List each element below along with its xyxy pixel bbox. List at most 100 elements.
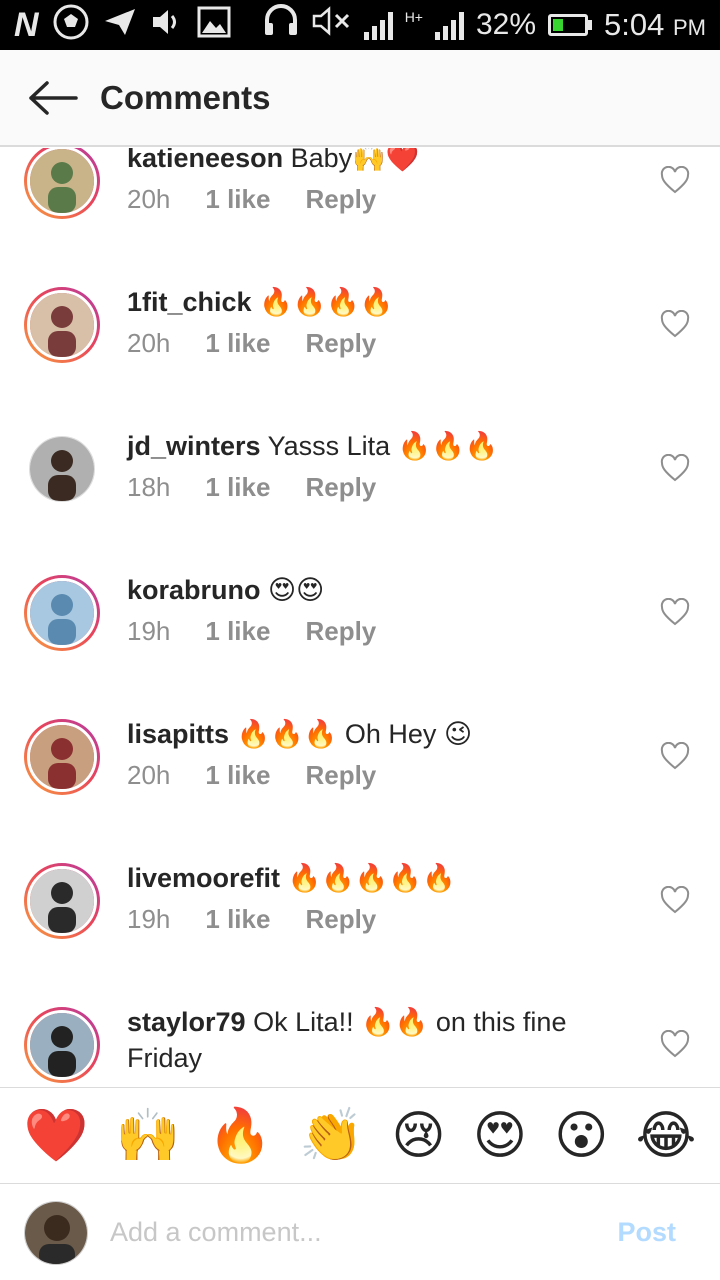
comment-meta: 20h 1 like Reply xyxy=(127,184,376,215)
sad-emoji[interactable]: 😢 xyxy=(391,1110,445,1162)
comment-time: 19h xyxy=(127,616,171,646)
reply-button[interactable]: Reply xyxy=(305,184,376,215)
comment-likes[interactable]: 1 like xyxy=(205,184,270,215)
avatar[interactable] xyxy=(29,436,95,502)
heart-icon xyxy=(660,597,690,626)
arrow-left-icon xyxy=(29,80,78,115)
comment-likes[interactable]: 1 like xyxy=(205,760,270,791)
n-notification-icon: N xyxy=(14,6,39,44)
comments-header: Comments xyxy=(0,50,720,147)
comment-username[interactable]: katieneeson xyxy=(127,148,283,173)
soccer-ball-icon xyxy=(53,4,89,46)
comment-input[interactable] xyxy=(110,1217,580,1248)
comment-time: 19h xyxy=(127,904,171,934)
comment-row: livemoorefit 🔥🔥🔥🔥🔥 19h 1 like Reply xyxy=(0,860,720,1004)
comment-meta: 20h 1 like Reply xyxy=(127,760,376,791)
back-button[interactable] xyxy=(18,68,88,128)
reply-button[interactable]: Reply xyxy=(305,616,376,647)
comment-meta: 20h 1 like Reply xyxy=(127,328,376,359)
comment-row: staylor79 Ok Lita!! 🔥🔥 on this fine Frid… xyxy=(0,1004,720,1087)
comment-text: livemoorefit 🔥🔥🔥🔥🔥 xyxy=(127,860,640,896)
reply-button[interactable]: Reply xyxy=(305,472,376,503)
laughing-emoji[interactable]: 😂 xyxy=(636,1110,697,1162)
system-icons: H+ 32% 5:04 PM xyxy=(262,3,706,47)
comment-body: 🔥🔥🔥🔥 xyxy=(259,287,394,317)
heart-eyes-emoji[interactable]: 😍 xyxy=(473,1110,527,1162)
comment-username[interactable]: lisapitts xyxy=(127,719,229,749)
comment-list[interactable]: katieneeson Baby🙌❤️ 20h 1 like Reply 1fit_ch… xyxy=(0,148,720,1087)
like-comment-button[interactable] xyxy=(660,597,690,626)
notification-icons: N xyxy=(14,4,231,46)
comment-username[interactable]: staylor79 xyxy=(127,1007,246,1037)
heart-icon xyxy=(660,741,690,770)
clapping-emoji[interactable]: 👏 xyxy=(299,1110,364,1162)
heart-icon xyxy=(660,1029,690,1058)
mute-icon xyxy=(312,6,352,44)
like-comment-button[interactable] xyxy=(660,165,690,194)
heart-icon xyxy=(660,453,690,482)
like-comment-button[interactable] xyxy=(660,453,690,482)
comment-time: 20h xyxy=(127,328,171,358)
status-bar: N H+ 32% 5:04 PM xyxy=(0,0,720,50)
avatar[interactable] xyxy=(24,148,100,219)
reply-button[interactable]: Reply xyxy=(305,904,376,935)
signal-icon xyxy=(363,10,393,40)
comment-username[interactable]: 1fit_chick xyxy=(127,287,252,317)
image-icon xyxy=(197,6,231,44)
comment-body: Yasss Lita 🔥🔥🔥 xyxy=(267,431,499,461)
signal-icon-2 xyxy=(434,10,464,40)
comment-text: jd_winters Yasss Lita 🔥🔥🔥 xyxy=(127,428,640,464)
comment-row: korabruno 😍😍 19h 1 like Reply xyxy=(0,572,720,716)
avatar[interactable] xyxy=(24,719,100,795)
comment-username[interactable]: livemoorefit xyxy=(127,863,280,893)
volume-icon xyxy=(151,7,183,43)
comment-likes[interactable]: 1 like xyxy=(205,904,270,935)
comment-meta: 19h 1 like Reply xyxy=(127,616,376,647)
heart-icon xyxy=(660,165,690,194)
avatar[interactable] xyxy=(24,863,100,939)
raised-hands-emoji[interactable]: 🙌 xyxy=(116,1110,181,1162)
emoji-quick-bar: ❤️ 🙌 🔥 👏 😢 😍 😮 😂 xyxy=(0,1087,720,1184)
comment-text: korabruno 😍😍 xyxy=(127,572,640,608)
comment-meta: 19h 1 like Reply xyxy=(127,904,376,935)
send-icon xyxy=(103,7,137,43)
comment-row: jd_winters Yasss Lita 🔥🔥🔥 18h 1 like Reply xyxy=(0,428,720,572)
like-comment-button[interactable] xyxy=(660,1029,690,1058)
comment-body: Baby🙌❤️ xyxy=(290,148,420,173)
battery-percent: 32% xyxy=(475,8,537,41)
avatar[interactable] xyxy=(24,287,100,363)
like-comment-button[interactable] xyxy=(660,885,690,914)
surprised-emoji[interactable]: 😮 xyxy=(554,1110,608,1162)
comment-row: katieneeson Baby🙌❤️ 20h 1 like Reply xyxy=(0,148,720,284)
comment-text: staylor79 Ok Lita!! 🔥🔥 on this fine Frid… xyxy=(127,1004,640,1076)
comment-username[interactable]: korabruno xyxy=(127,575,261,605)
comment-username[interactable]: jd_winters xyxy=(127,431,261,461)
avatar[interactable] xyxy=(24,575,100,651)
post-button[interactable]: Post xyxy=(617,1217,676,1248)
comment-body: 🔥🔥🔥 Oh Hey 😉 xyxy=(236,719,473,749)
fire-emoji[interactable]: 🔥 xyxy=(207,1110,272,1162)
my-avatar xyxy=(24,1200,88,1265)
reply-button[interactable]: Reply xyxy=(305,328,376,359)
comment-body: 😍😍 xyxy=(268,575,325,605)
comment-text: lisapitts 🔥🔥🔥 Oh Hey 😉 xyxy=(127,716,640,752)
comment-row: lisapitts 🔥🔥🔥 Oh Hey 😉 20h 1 like Reply xyxy=(0,716,720,860)
comment-likes[interactable]: 1 like xyxy=(205,472,270,503)
page-title: Comments xyxy=(100,78,271,116)
comment-text: katieneeson Baby🙌❤️ xyxy=(127,148,640,176)
comment-time: 20h xyxy=(127,184,171,214)
comment-likes[interactable]: 1 like xyxy=(205,616,270,647)
comment-composer: Post xyxy=(0,1185,720,1280)
comment-meta: 18h 1 like Reply xyxy=(127,472,376,503)
heart-emoji[interactable]: ❤️ xyxy=(24,1110,89,1162)
like-comment-button[interactable] xyxy=(660,309,690,338)
avatar[interactable] xyxy=(24,1007,100,1083)
comment-time: 18h xyxy=(127,472,171,502)
network-type: H+ xyxy=(404,9,423,25)
heart-icon xyxy=(660,885,690,914)
comment-likes[interactable]: 1 like xyxy=(205,328,270,359)
comment-time: 20h xyxy=(127,760,171,790)
like-comment-button[interactable] xyxy=(660,741,690,770)
reply-button[interactable]: Reply xyxy=(305,760,376,791)
comment-body: 🔥🔥🔥🔥🔥 xyxy=(287,863,456,893)
